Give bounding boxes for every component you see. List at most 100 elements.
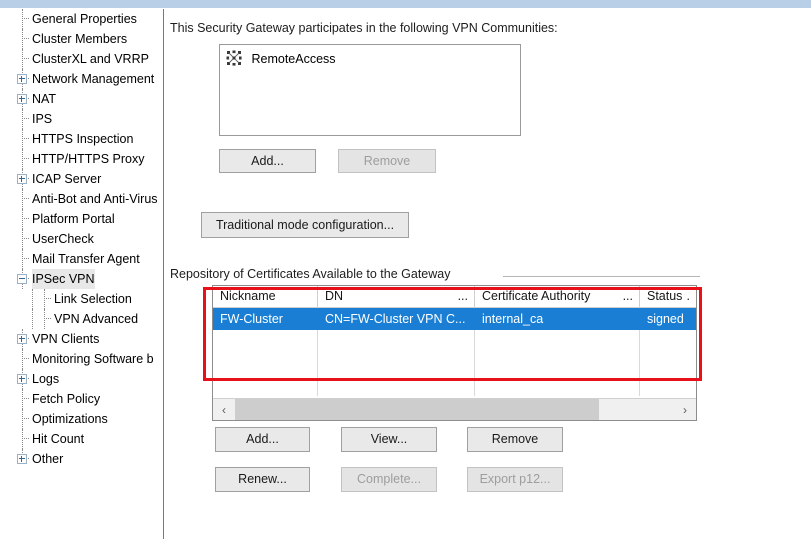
community-name: RemoteAccess bbox=[251, 52, 336, 66]
column-header-label: Nickname bbox=[220, 289, 276, 303]
column-header-label: Certificate Authority bbox=[482, 289, 591, 303]
sidebar-item-nat[interactable]: NAT bbox=[0, 89, 163, 109]
cell-nickname: FW-Cluster bbox=[213, 308, 318, 330]
tree-connector-stub bbox=[22, 129, 32, 149]
tree-connector-stub bbox=[22, 9, 32, 29]
tree-expand-plus-icon[interactable] bbox=[17, 374, 27, 384]
vpn-communities-list[interactable]: RemoteAccess bbox=[219, 44, 521, 136]
tree-expand-plus-icon[interactable] bbox=[17, 94, 27, 104]
tree-collapse-minus-icon[interactable] bbox=[17, 274, 27, 284]
sidebar-item-label: UserCheck bbox=[32, 232, 94, 246]
column-header-label: Status bbox=[647, 289, 683, 303]
group-separator-rule bbox=[503, 276, 700, 277]
tree-connector-stub bbox=[22, 109, 32, 129]
settings-tree-sidebar[interactable]: General Properties Cluster Members Cluster… bbox=[0, 9, 164, 539]
sidebar-item-icap-server[interactable]: ICAP Server bbox=[0, 169, 163, 189]
tree-expand-plus-icon[interactable] bbox=[17, 334, 27, 344]
sidebar-item-logs[interactable]: Logs bbox=[0, 369, 163, 389]
sidebar-item-label: Cluster Members bbox=[32, 32, 128, 46]
table-row[interactable]: FW-Cluster CN=FW-Cluster VPN C... intern… bbox=[213, 308, 696, 330]
traditional-mode-configuration-button[interactable]: Traditional mode configuration... bbox=[201, 212, 409, 238]
export-p12-button: Export p12... bbox=[467, 467, 563, 492]
column-overflow-indicator: . bbox=[686, 289, 690, 303]
sidebar-item-general-properties[interactable]: General Properties bbox=[0, 9, 163, 29]
sidebar-item-ips[interactable]: IPS bbox=[0, 109, 163, 129]
cell-empty bbox=[475, 374, 640, 396]
sidebar-item-clusterxl-and-vrrp[interactable]: ClusterXL and VRRP bbox=[0, 49, 163, 69]
sidebar-item-fetch-policy[interactable]: Fetch Policy bbox=[0, 389, 163, 409]
sidebar-item-optimizations[interactable]: Optimizations bbox=[0, 409, 163, 429]
cell-empty bbox=[640, 330, 696, 352]
table-row-empty[interactable] bbox=[213, 352, 696, 374]
cell-empty bbox=[213, 374, 318, 396]
renew-certificate-button[interactable]: Renew... bbox=[215, 467, 310, 492]
sidebar-item-mail-transfer-agent[interactable]: Mail Transfer Agent bbox=[0, 249, 163, 269]
sidebar-item-vpn-advanced[interactable]: VPN Advanced bbox=[0, 309, 163, 329]
sidebar-item-vpn-clients[interactable]: VPN Clients bbox=[0, 329, 163, 349]
cell-empty bbox=[640, 352, 696, 374]
certificates-table[interactable]: Nickname DN ... Certificate Authority ..… bbox=[212, 285, 697, 421]
sidebar-item-label: Other bbox=[32, 452, 64, 466]
add-certificate-button[interactable]: Add... bbox=[215, 427, 310, 452]
sidebar-item-hit-count[interactable]: Hit Count bbox=[0, 429, 163, 449]
column-header-certificate-authority[interactable]: Certificate Authority ... bbox=[475, 286, 640, 307]
column-header-label: DN bbox=[325, 289, 344, 303]
sidebar-item-label: Platform Portal bbox=[32, 212, 115, 226]
tree-connector-stub bbox=[22, 409, 32, 429]
sidebar-item-http-https-proxy[interactable]: HTTP/HTTPS Proxy bbox=[0, 149, 163, 169]
table-horizontal-scrollbar[interactable]: ‹ › bbox=[213, 398, 696, 420]
sidebar-item-label: NAT bbox=[32, 92, 57, 106]
column-overflow-indicator: ... bbox=[622, 289, 633, 303]
sidebar-item-ipsec-vpn[interactable]: IPSec VPN bbox=[0, 269, 163, 289]
cell-empty bbox=[475, 352, 640, 374]
sidebar-item-anti-bot-and-anti-virus[interactable]: Anti-Bot and Anti-Virus bbox=[0, 189, 163, 209]
scrollbar-track[interactable] bbox=[235, 399, 674, 420]
tree-expand-plus-icon[interactable] bbox=[17, 74, 27, 84]
scroll-right-arrow-icon[interactable]: › bbox=[674, 399, 696, 420]
sidebar-item-network-management[interactable]: Network Management bbox=[0, 69, 163, 89]
view-certificate-button[interactable]: View... bbox=[341, 427, 437, 452]
communities-description-label: This Security Gateway participates in th… bbox=[170, 21, 558, 35]
column-overflow-indicator: ... bbox=[457, 289, 468, 303]
sidebar-item-label: Network Management bbox=[32, 72, 155, 86]
sidebar-item-platform-portal[interactable]: Platform Portal bbox=[0, 209, 163, 229]
sidebar-item-https-inspection[interactable]: HTTPS Inspection bbox=[0, 129, 163, 149]
sidebar-item-label: Monitoring Software b bbox=[32, 352, 154, 366]
tree-connector-stub bbox=[22, 189, 32, 209]
tree-connector-stub bbox=[22, 349, 32, 369]
sidebar-item-cluster-members[interactable]: Cluster Members bbox=[0, 29, 163, 49]
cell-empty bbox=[475, 330, 640, 352]
cell-status: signed bbox=[647, 312, 684, 326]
sidebar-item-monitoring-software-b[interactable]: Monitoring Software b bbox=[0, 349, 163, 369]
sidebar-item-label: Logs bbox=[32, 372, 60, 386]
column-header-status[interactable]: Status . bbox=[640, 286, 696, 307]
tree-expand-plus-icon[interactable] bbox=[17, 454, 27, 464]
tree-connector-stub bbox=[22, 249, 32, 269]
list-item[interactable]: RemoteAccess bbox=[226, 49, 520, 69]
tree-connector-stub bbox=[22, 389, 32, 409]
sidebar-item-label: IPS bbox=[32, 112, 53, 126]
complete-certificate-button: Complete... bbox=[341, 467, 437, 492]
sidebar-item-link-selection[interactable]: Link Selection bbox=[0, 289, 163, 309]
cell-empty bbox=[318, 352, 475, 374]
cell-empty bbox=[213, 330, 318, 352]
tree-connector-stub bbox=[22, 209, 32, 229]
scroll-left-arrow-icon[interactable]: ‹ bbox=[213, 399, 235, 420]
sidebar-item-label: ICAP Server bbox=[32, 172, 102, 186]
sidebar-item-other[interactable]: Other bbox=[0, 449, 163, 469]
column-header-nickname[interactable]: Nickname bbox=[213, 286, 318, 307]
tree-connector-stub bbox=[22, 229, 32, 249]
remove-certificate-button[interactable]: Remove bbox=[467, 427, 563, 452]
table-row-empty[interactable] bbox=[213, 374, 696, 396]
scrollbar-thumb[interactable] bbox=[235, 399, 600, 420]
sidebar-item-label: Link Selection bbox=[54, 292, 132, 306]
sidebar-item-label: Fetch Policy bbox=[32, 392, 101, 406]
tree-connector-stub bbox=[44, 309, 54, 329]
column-header-dn[interactable]: DN ... bbox=[318, 286, 475, 307]
sidebar-item-label: VPN Advanced bbox=[54, 312, 139, 326]
tree-expand-plus-icon[interactable] bbox=[17, 174, 27, 184]
add-community-button[interactable]: Add... bbox=[219, 149, 316, 173]
table-row-empty[interactable] bbox=[213, 330, 696, 352]
sidebar-item-label: HTTP/HTTPS Proxy bbox=[32, 152, 145, 166]
sidebar-item-usercheck[interactable]: UserCheck bbox=[0, 229, 163, 249]
